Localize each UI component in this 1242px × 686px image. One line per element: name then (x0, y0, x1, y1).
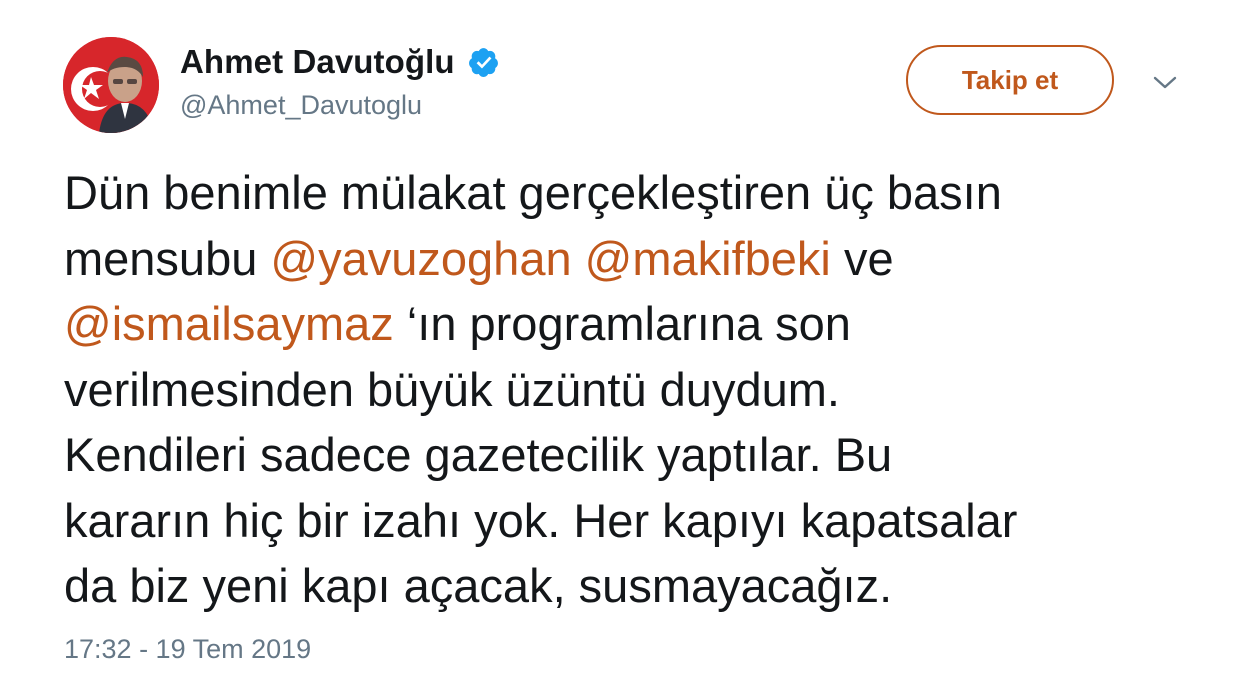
tweet-line: @ismailsaymaz ‘ın programlarına son (64, 291, 1204, 357)
display-name[interactable]: Ahmet Davutoğlu (180, 43, 455, 81)
tweet-text: Dün benimle mülakat gerçekleştiren üç ba… (64, 160, 1204, 619)
tweet-text-segment: verilmesinden büyük üzüntü duydum. (64, 362, 840, 416)
user-name-row: Ahmet Davutoğlu (180, 42, 500, 82)
tweet-line: verilmesinden büyük üzüntü duydum. (64, 357, 1204, 423)
tweet-text-segment: da biz yeni kapı açacak, susmayacağız. (64, 559, 893, 612)
mention-link[interactable]: @makifbeki (585, 232, 831, 285)
verified-badge-icon (468, 47, 498, 77)
user-handle[interactable]: @Ahmet_Davutoglu (180, 90, 422, 121)
profile-photo-icon (63, 37, 159, 133)
tweet-line: kararın hiç bir izahı yok. Her kapıyı ka… (64, 488, 1204, 554)
tweet-text-segment: Dün benimle mülakat gerçekleştiren üç ba… (64, 166, 1002, 219)
chevron-down-icon[interactable] (1152, 72, 1178, 92)
tweet-text-segment: kararın hiç bir izahı yok. Her kapıyı ka… (64, 493, 1018, 547)
tweet-line: Kendileri sadece gazetecilik yaptılar. B… (64, 422, 1204, 488)
tweet-text-segment (572, 232, 585, 285)
follow-button-label: Takip et (961, 64, 1059, 95)
mention-link[interactable]: @ismailsaymaz (64, 297, 394, 350)
tweet-text-segment: Kendileri sadece gazetecilik yaptılar. B… (64, 428, 893, 481)
tweet-line: mensubu @yavuzoghan @makifbeki ve (64, 226, 1204, 292)
tweet-line: da biz yeni kapı açacak, susmayacağız. (64, 553, 1204, 619)
tweet-text-segment: ve (830, 231, 894, 285)
tweet-text-segment: mensubu (64, 231, 271, 285)
tweet-timestamp[interactable]: 17:32 - 19 Tem 2019 (64, 634, 311, 665)
follow-button[interactable]: Takip et (906, 45, 1114, 115)
tweet-text-segment: ‘ın programlarına son (393, 297, 851, 350)
mention-link[interactable]: @yavuzoghan (270, 232, 571, 285)
tweet-line: Dün benimle mülakat gerçekleştiren üç ba… (64, 160, 1204, 226)
avatar[interactable] (63, 37, 159, 133)
